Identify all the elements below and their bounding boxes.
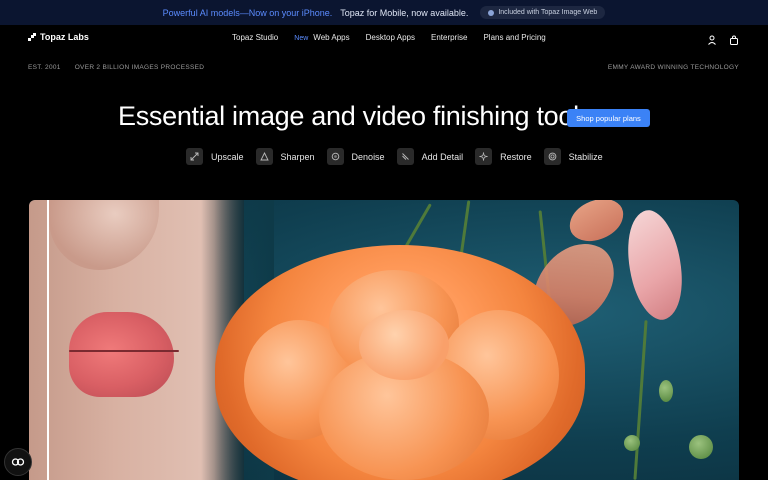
brand-logo[interactable]: Topaz Labs xyxy=(28,32,89,42)
nav-link-desktop-apps[interactable]: Desktop Apps xyxy=(366,33,415,42)
meta-emmy: EMMY AWARD WINNING TECHNOLOGY xyxy=(607,64,739,71)
info-dot-icon xyxy=(488,9,495,16)
feature-add-detail[interactable]: Add Detail xyxy=(396,148,464,165)
feature-denoise[interactable]: Denoise xyxy=(326,148,385,165)
feature-label: Upscale xyxy=(211,151,244,162)
logo-mark-icon xyxy=(28,33,36,41)
feature-label: Restore xyxy=(500,151,532,162)
feature-restore[interactable]: Restore xyxy=(475,148,532,165)
nav-icons xyxy=(707,32,739,45)
brand-name: Topaz Labs xyxy=(40,32,89,42)
add-detail-icon xyxy=(396,148,414,165)
hero-comparison-image[interactable] xyxy=(29,200,739,480)
feature-upscale[interactable]: Upscale xyxy=(186,148,244,165)
announcement-lead[interactable]: Powerful AI models—Now on your iPhone. xyxy=(163,8,333,18)
hero-title: Essential image and video finishing tool… xyxy=(118,101,600,131)
link-icon xyxy=(11,458,25,466)
meta-images-processed: OVER 2 BILLION IMAGES PROCESSED xyxy=(74,64,205,71)
nav-link-plans-pricing[interactable]: Plans and Pricing xyxy=(483,33,545,42)
upscale-icon xyxy=(186,148,203,165)
comparison-slider-handle[interactable] xyxy=(47,200,49,480)
new-badge: New xyxy=(294,35,309,42)
shop-plans-button[interactable]: Shop popular plans xyxy=(567,109,650,127)
user-icon[interactable] xyxy=(707,32,717,45)
announcement-pill[interactable]: Included with Topaz Image Web xyxy=(480,6,606,19)
nav-links: Topaz Studio New Web Apps Desktop Apps En… xyxy=(232,33,546,42)
feature-sharpen[interactable]: Sharpen xyxy=(255,148,315,165)
lily-flower xyxy=(615,205,695,325)
meta-established: EST. 2001 xyxy=(28,64,61,71)
bag-icon[interactable] xyxy=(729,32,739,45)
meta-left: EST. 2001 OVER 2 BILLION IMAGES PROCESSE… xyxy=(28,64,204,71)
floating-widget-button[interactable] xyxy=(4,448,32,476)
announcement-text: Topaz for Mobile, now available. xyxy=(340,7,469,18)
nav-link-topaz-studio[interactable]: Topaz Studio xyxy=(232,33,278,42)
denoise-icon xyxy=(326,148,344,165)
face-photo xyxy=(29,200,274,480)
feature-label: Add Detail xyxy=(421,151,464,162)
feature-stabilize[interactable]: Stabilize xyxy=(543,148,603,165)
announcement-bar[interactable]: Powerful AI models—Now on your iPhone. T… xyxy=(0,0,768,25)
announcement-pill-label: Included with Topaz Image Web xyxy=(498,9,598,16)
feature-label: Sharpen xyxy=(280,151,315,162)
feature-label: Stabilize xyxy=(568,151,603,162)
feature-chips: Upscale Sharpen Denoise Add Detail Resto… xyxy=(186,148,603,165)
nav-link-web-apps[interactable]: New Web Apps xyxy=(294,33,349,42)
restore-icon xyxy=(475,148,493,165)
sharpen-icon xyxy=(255,148,273,165)
stabilize-icon xyxy=(543,148,561,165)
nav-link-enterprise[interactable]: Enterprise xyxy=(431,33,467,42)
top-nav: Topaz Labs Topaz Studio New Web Apps Desk… xyxy=(0,25,768,52)
feature-label: Denoise xyxy=(351,151,385,162)
nav-link-web-apps-label: Web Apps xyxy=(313,33,350,42)
